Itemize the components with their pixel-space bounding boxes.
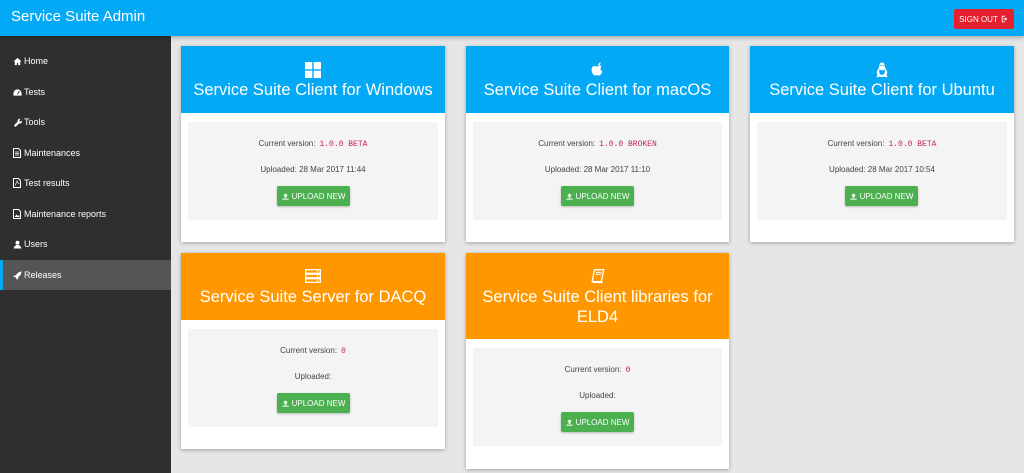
upload-button-label: UPLOAD NEW [575, 191, 630, 201]
sidebar-item-maintenance-reports[interactable]: Maintenance reports [0, 199, 171, 229]
upload-new-button[interactable]: UPLOAD NEW [561, 186, 634, 206]
sidebar-item-tools[interactable]: Tools [0, 107, 171, 137]
uploaded-row: Uploaded: [188, 372, 438, 381]
upload-icon [281, 399, 289, 407]
uploaded-label: Uploaded: [260, 165, 297, 174]
server-icon [305, 269, 321, 283]
uploaded-label: Uploaded: [829, 165, 866, 174]
upload-button-label: UPLOAD NEW [859, 191, 914, 201]
wrench-icon [12, 118, 22, 127]
upload-new-button[interactable]: UPLOAD NEW [845, 186, 918, 206]
app-title[interactable]: Service Suite Admin [11, 8, 145, 25]
book-icon [590, 269, 605, 283]
upload-new-button[interactable]: UPLOAD NEW [277, 393, 350, 413]
uploaded-row: Uploaded: [473, 391, 722, 400]
card-title: Service Suite Client for Windows [193, 81, 433, 99]
version-value: 1.0.0 BETA [888, 140, 937, 149]
sign-out-button[interactable]: SIGN OUT [954, 9, 1014, 29]
sidebar-item-label: Tests [24, 87, 46, 97]
release-info-panel: Current version: 1.0.0 BETA Uploaded: 28 … [757, 122, 1007, 220]
image-document-icon [12, 209, 22, 219]
uploaded-row: Uploaded: 28 Mar 2017 11:44 [188, 165, 438, 174]
card-title: Service Suite Client for macOS [483, 81, 712, 99]
release-card-windows: Service Suite Client for Windows Current… [181, 46, 445, 242]
sidebar-item-label: Maintenance reports [24, 209, 107, 219]
uploaded-row: Uploaded: 28 Mar 2017 11:10 [473, 165, 722, 174]
pdf-document-icon [12, 178, 22, 188]
user-icon [12, 240, 22, 249]
current-version-row: Current version: 1.0.0 BETA [188, 139, 438, 149]
sidebar-item-users[interactable]: Users [0, 229, 171, 259]
version-value: 0 [341, 347, 346, 356]
current-version-label: Current version: [258, 139, 316, 148]
upload-icon [565, 418, 573, 426]
card-header: Service Suite Server for DACQ [181, 253, 445, 320]
card-title: Service Suite Server for DACQ [199, 288, 427, 306]
uploaded-row: Uploaded: 28 Mar 2017 10:54 [757, 165, 1007, 174]
version-value: 1.0.0 BROKEN [599, 140, 657, 149]
current-version-row: Current version: 0 [188, 346, 438, 356]
windows-icon [305, 62, 321, 78]
sidebar-item-label: Test results [24, 178, 70, 188]
sidebar-item-releases[interactable]: Releases [0, 260, 171, 290]
sign-out-icon [1001, 15, 1008, 23]
release-info-panel: Current version: 1.0.0 BROKEN Uploaded: 2… [473, 122, 722, 220]
upload-button-label: UPLOAD NEW [291, 191, 346, 201]
rocket-icon [12, 270, 22, 280]
document-icon [12, 148, 22, 158]
sidebar-item-label: Maintenances [24, 148, 81, 158]
card-header: Service Suite Client for Windows [181, 46, 445, 113]
uploaded-value: 28 Mar 2017 11:44 [299, 165, 366, 174]
current-version-label: Current version: [538, 139, 596, 148]
sidebar-item-home[interactable]: Home [0, 46, 171, 76]
upload-icon [849, 192, 857, 200]
card-header: Service Suite Client for Ubuntu [750, 46, 1014, 113]
release-card-macos: Service Suite Client for macOS Current v… [466, 46, 729, 242]
sidebar-item-maintenances[interactable]: Maintenances [0, 138, 171, 168]
release-info-panel: Current version: 1.0.0 BETA Uploaded: 28 … [188, 122, 438, 220]
version-value: 0 [625, 366, 631, 375]
sidebar: Home Tests Tools Maintenances Test resul… [0, 36, 171, 473]
release-card-ubuntu: Service Suite Client for Ubuntu Current … [750, 46, 1014, 242]
release-card-dacq-server: Service Suite Server for DACQ Current ve… [181, 253, 445, 449]
linux-icon [876, 62, 888, 78]
sidebar-item-tests[interactable]: Tests [0, 77, 171, 107]
top-bar: Service Suite Admin SIGN OUT [0, 0, 1024, 36]
upload-new-button[interactable]: UPLOAD NEW [277, 186, 350, 206]
uploaded-label: Uploaded: [579, 391, 616, 400]
version-value: 1.0.0 BETA [319, 140, 368, 149]
sidebar-item-test-results[interactable]: Test results [0, 168, 171, 198]
release-info-panel: Current version: 0 Uploaded: UPLOAD NEW [473, 348, 722, 446]
home-icon [12, 57, 22, 66]
current-version-row: Current version: 1.0.0 BETA [757, 139, 1007, 149]
card-header: Service Suite Client for macOS [466, 46, 729, 113]
current-version-label: Current version: [280, 346, 338, 355]
upload-icon [565, 192, 573, 200]
sidebar-item-label: Users [24, 239, 48, 249]
release-card-eld4-libraries: Service Suite Client libraries for ELD4 … [466, 253, 729, 469]
sidebar-item-label: Releases [24, 270, 62, 280]
current-version-row: Current version: 0 [473, 365, 722, 375]
current-version-label: Current version: [564, 365, 622, 374]
uploaded-label: Uploaded: [544, 165, 582, 174]
current-version-label: Current version: [827, 139, 885, 148]
uploaded-value: 28 Mar 2017 11:10 [583, 165, 651, 174]
uploaded-value: 28 Mar 2017 10:54 [867, 165, 935, 174]
current-version-row: Current version: 1.0.0 BROKEN [473, 139, 722, 149]
upload-button-label: UPLOAD NEW [291, 398, 346, 408]
card-title: Service Suite Client libraries for ELD4 [482, 288, 713, 326]
dashboard-icon [12, 88, 22, 97]
upload-icon [281, 192, 289, 200]
apple-icon [591, 62, 602, 76]
upload-new-button[interactable]: UPLOAD NEW [561, 412, 634, 432]
uploaded-label: Uploaded: [294, 372, 332, 381]
sidebar-item-label: Home [24, 56, 49, 66]
sidebar-item-label: Tools [24, 117, 46, 127]
upload-button-label: UPLOAD NEW [575, 417, 630, 427]
card-header: Service Suite Client libraries for ELD4 [466, 253, 729, 339]
release-info-panel: Current version: 0 Uploaded: UPLOAD NEW [188, 329, 438, 427]
sign-out-label: SIGN OUT [959, 14, 998, 24]
card-title: Service Suite Client for Ubuntu [769, 81, 995, 99]
